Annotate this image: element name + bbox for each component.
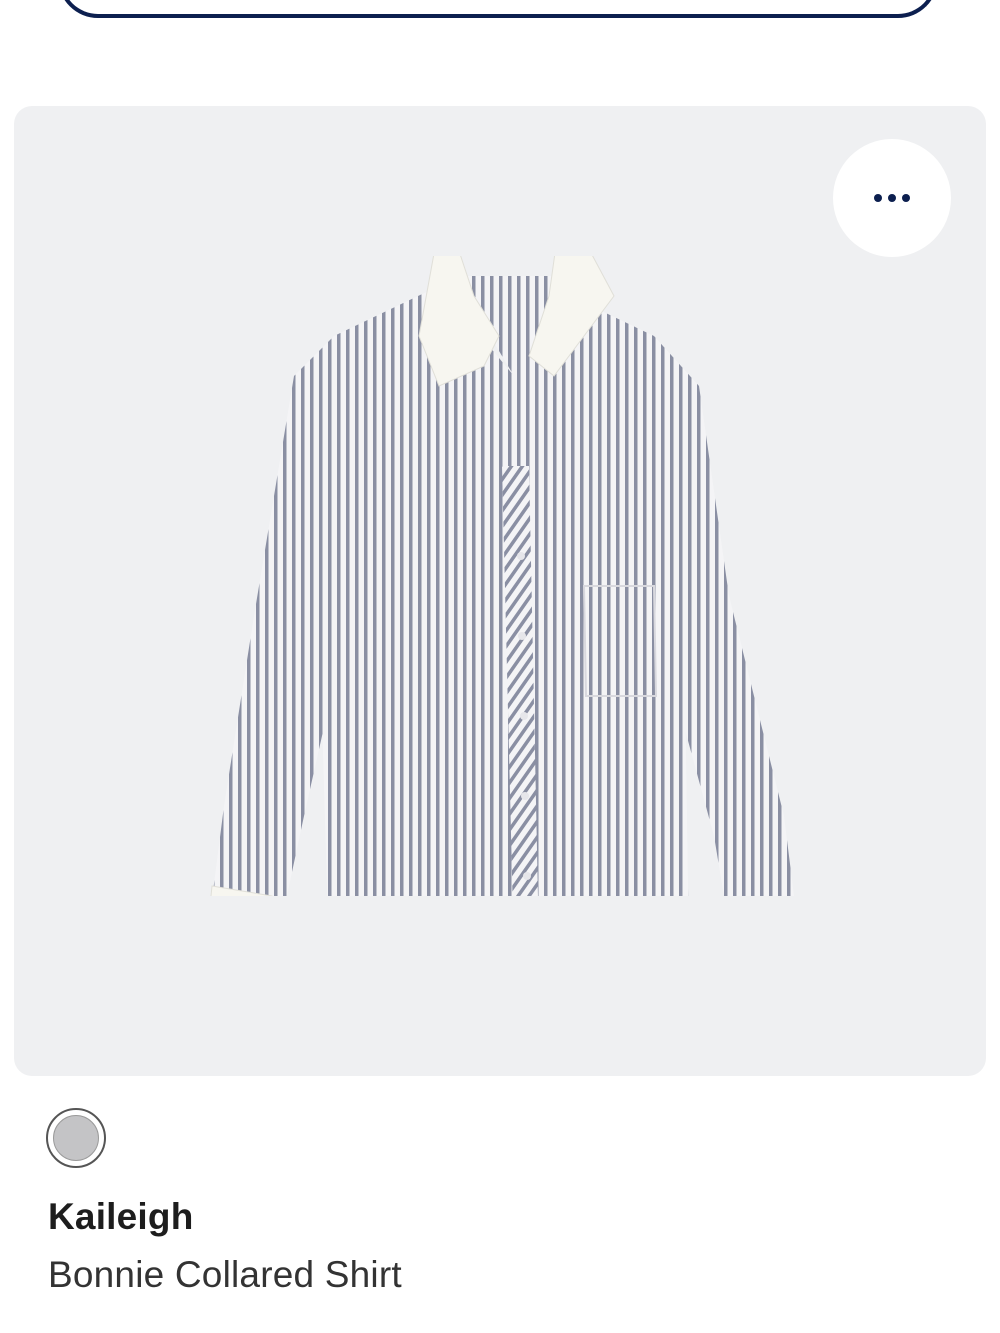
product-card[interactable] <box>14 106 986 1076</box>
product-name[interactable]: Bonnie Collared Shirt <box>48 1254 402 1296</box>
product-brand: Kaileigh <box>48 1196 194 1237</box>
ellipsis-icon <box>874 194 910 202</box>
pocket <box>582 585 658 697</box>
swatch-color <box>53 1115 99 1161</box>
product-image[interactable] <box>184 256 804 896</box>
more-options-button[interactable] <box>833 139 951 257</box>
color-swatch[interactable] <box>46 1108 106 1168</box>
search-bar[interactable] <box>58 0 938 18</box>
